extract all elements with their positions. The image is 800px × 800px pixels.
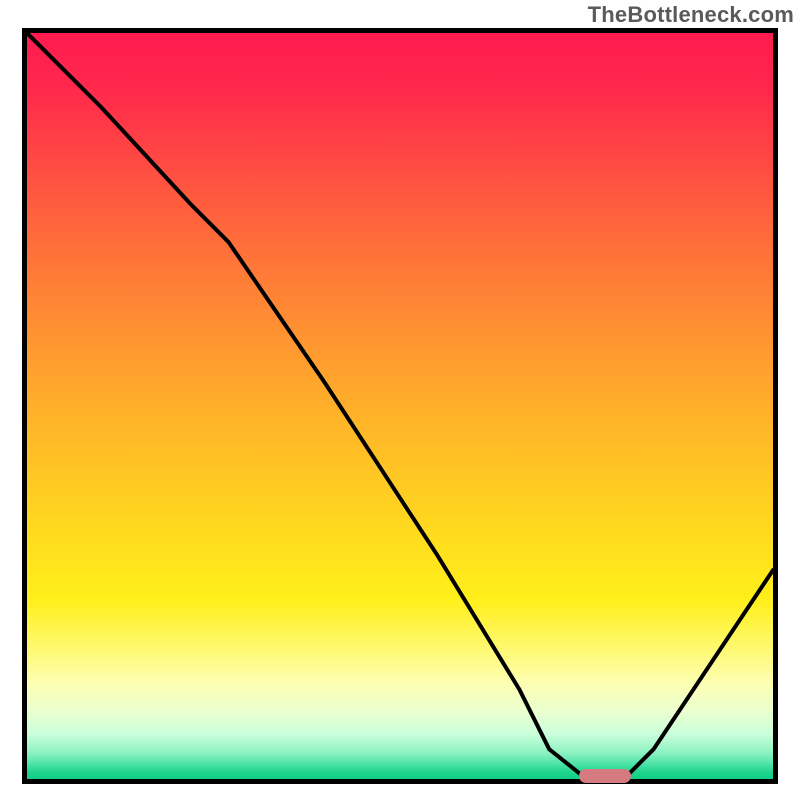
bottleneck-curve — [27, 33, 773, 779]
watermark-text: TheBottleneck.com — [588, 2, 794, 28]
optimal-range-marker — [579, 769, 631, 783]
curve-path — [27, 33, 773, 779]
plot-frame — [22, 28, 778, 784]
chart-container: TheBottleneck.com — [0, 0, 800, 800]
